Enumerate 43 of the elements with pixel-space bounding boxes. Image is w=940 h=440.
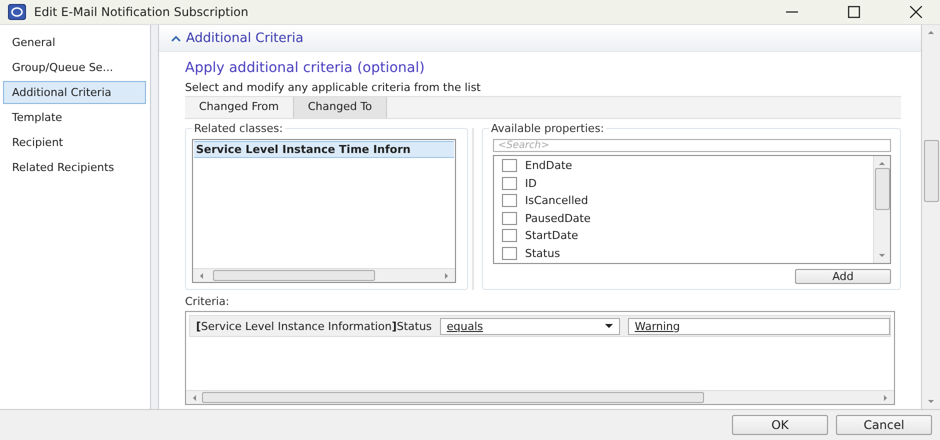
criteria-label: Criteria: [185,295,230,308]
close-icon[interactable] [910,6,922,18]
sidebar-item[interactable]: Related Recipients [3,156,146,179]
property-label: EndDate [525,159,572,172]
vertical-scrollbar[interactable] [921,25,940,409]
property-label: Status [525,246,560,260]
sidebar-item[interactable]: General [3,31,146,54]
property-label: StartDate [525,229,578,242]
property-label: ID [525,176,537,190]
checkbox[interactable] [502,212,517,225]
vertical-scrollbar[interactable] [873,156,890,263]
checkbox[interactable] [502,229,517,242]
checkbox[interactable] [502,246,517,260]
sidebar-item[interactable]: Template [3,106,146,129]
caret-icon [171,34,181,42]
search-field[interactable]: <Search> [493,139,891,152]
add-button[interactable]: Add [795,269,891,284]
class-item[interactable]: Service Level Instance Time Inforn [194,141,454,158]
dropdown-arrow-icon [604,324,613,328]
horizontal-scrollbar[interactable] [193,268,455,282]
property-label: IsCancelled [525,194,588,208]
description: Select and modify any applicable criteria from the list [185,81,482,94]
value-field[interactable]: Warning [628,318,890,334]
cancel-button[interactable]: Cancel [836,415,932,435]
checkbox[interactable] [502,159,517,172]
checkbox[interactable] [502,176,517,190]
group-label: Available properties: [489,122,606,135]
checkbox[interactable] [502,194,517,208]
tab[interactable]: Changed From [185,97,293,118]
sidebar-item[interactable]: Recipient [3,131,146,154]
group-label: Related classes: [192,122,285,135]
operator-dropdown[interactable]: equals [440,318,620,334]
sidebar-item[interactable]: Group/Queue Se... [3,56,146,79]
window-title: Edit E-Mail Notification Subscription [34,5,248,19]
ok-button[interactable]: OK [732,415,828,435]
app-icon [8,4,26,20]
page-heading: Apply additional criteria (optional) [185,60,426,76]
maximize-icon[interactable] [848,6,860,18]
sidebar-item[interactable]: Additional Criteria [3,81,146,104]
horizontal-scrollbar[interactable] [186,390,894,404]
criteria-property: [Service Level Instance Information]Status [196,320,432,332]
property-label: PausedDate [525,212,591,225]
tab[interactable]: Changed To [292,97,388,118]
